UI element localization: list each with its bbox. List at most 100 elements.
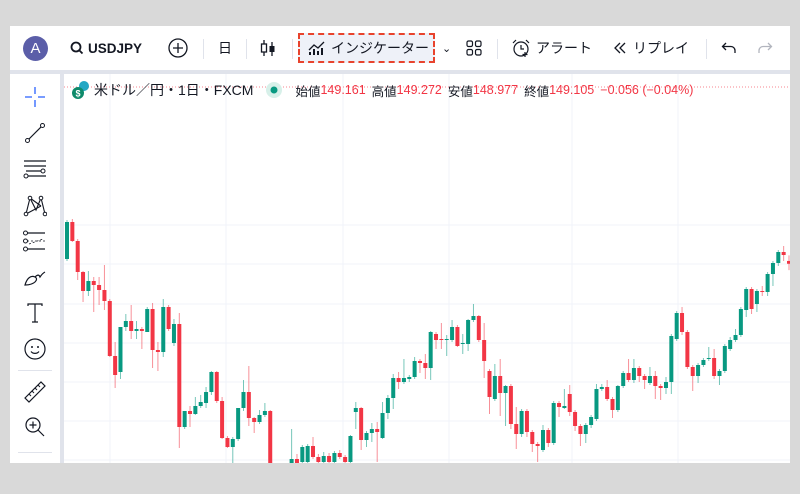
zoom-in-tool[interactable]	[22, 414, 48, 440]
candle-up	[621, 373, 626, 386]
candle-down	[626, 373, 631, 380]
candle-up	[466, 320, 471, 344]
candle-up	[738, 309, 743, 335]
svg-text:$: $	[75, 89, 80, 99]
candle-down	[246, 392, 251, 418]
candle-up	[321, 456, 326, 462]
candle-down	[294, 459, 299, 463]
candle-down	[605, 387, 610, 399]
alarm-clock-icon	[512, 39, 530, 57]
candle-up	[519, 411, 524, 434]
candle-up	[369, 429, 374, 433]
candle-up	[401, 378, 406, 382]
candle-up	[391, 378, 396, 398]
layout-button[interactable]	[466, 26, 482, 70]
indicators-button[interactable]: インジケーター	[298, 33, 435, 63]
candle-up	[728, 340, 733, 349]
drawing-toolbar	[10, 74, 60, 463]
top-toolbar: A USDJPY 日 インジケーター ⌄ アラート リプレイ	[10, 26, 790, 70]
candle-down	[653, 376, 658, 386]
candle-up	[198, 402, 203, 406]
candle-down	[311, 446, 316, 457]
undo-button[interactable]	[721, 26, 737, 70]
candle-up	[145, 309, 150, 332]
candle-up	[733, 335, 738, 340]
candle-down	[658, 386, 663, 388]
candle-up	[631, 368, 636, 380]
indicators-dropdown-chevron-icon[interactable]: ⌄	[442, 26, 451, 70]
candle-up	[118, 327, 123, 372]
interval-button[interactable]: 日	[218, 26, 232, 70]
compare-add-button[interactable]	[167, 26, 189, 70]
candle-down	[546, 430, 551, 443]
candlestick-chart[interactable]	[64, 74, 790, 463]
candle-up	[503, 386, 508, 393]
redo-button[interactable]	[757, 26, 773, 70]
pattern-tool[interactable]	[22, 192, 48, 218]
market-status-dot-icon[interactable]	[265, 81, 283, 99]
candle-down	[113, 356, 118, 375]
measure-tool[interactable]	[22, 379, 48, 405]
candle-up	[257, 415, 262, 422]
divider	[706, 39, 707, 59]
text-tool[interactable]	[22, 300, 48, 326]
candle-down	[268, 411, 273, 463]
avatar[interactable]: A	[23, 36, 48, 61]
candle-up	[696, 365, 701, 376]
plus-circle-icon	[168, 38, 188, 58]
candle-down	[787, 260, 790, 264]
candle-down	[535, 444, 540, 446]
candle-up	[669, 336, 674, 382]
candle-up	[412, 361, 417, 377]
replay-icon	[614, 42, 626, 54]
interval-label: 日	[218, 40, 232, 56]
candle-up	[717, 371, 722, 376]
candle-down	[637, 368, 642, 376]
candle-up	[776, 252, 781, 263]
candle-up	[706, 358, 711, 359]
candle-up	[444, 339, 449, 340]
candle-up	[583, 425, 588, 434]
candle-down	[417, 361, 422, 363]
candle-up	[348, 436, 353, 462]
candle-down	[81, 272, 86, 291]
brush-icon	[24, 271, 46, 286]
low-label: 安値	[447, 84, 473, 99]
candle-down	[359, 408, 364, 440]
trend-line-icon	[25, 123, 45, 143]
candle-down	[476, 316, 481, 340]
candle-up	[134, 329, 139, 331]
avatar-letter: A	[30, 40, 41, 57]
chart-type-button[interactable]	[260, 26, 276, 70]
candle-down	[375, 429, 380, 432]
candle-down	[107, 301, 112, 356]
divider	[18, 370, 52, 371]
chart-pane[interactable]: $ 米ドル／円・1日・FXCM 始値 149.161 高値 149.272 安値 14…	[64, 74, 790, 463]
fib-tool[interactable]	[22, 228, 48, 254]
pattern-icon	[23, 195, 47, 217]
candle-down	[188, 411, 193, 414]
candle-down	[685, 332, 690, 367]
brush-tool[interactable]	[22, 264, 48, 290]
candle-up	[209, 372, 214, 392]
candle-up	[471, 316, 476, 320]
replay-button[interactable]: リプレイ	[613, 26, 689, 70]
crosshair-tool[interactable]	[22, 84, 48, 110]
candle-down	[139, 329, 144, 331]
app-window: A USDJPY 日 インジケーター ⌄ アラート リプレイ $ 米ドル／円・1…	[10, 26, 790, 463]
currency-logo-icon: $	[72, 81, 89, 99]
horizontal-lines-tool[interactable]	[22, 156, 48, 182]
symbol-title[interactable]: 米ドル／円・1日・FXCM	[94, 80, 253, 100]
indicators-icon	[308, 41, 325, 55]
candle-up	[123, 321, 128, 327]
trend-line-tool[interactable]	[22, 120, 48, 146]
divider	[246, 39, 247, 59]
candle-up	[765, 274, 770, 292]
candle-down	[690, 367, 695, 376]
alert-button[interactable]: アラート	[511, 26, 592, 70]
candle-down	[557, 403, 562, 407]
symbol-search-button[interactable]: USDJPY	[70, 26, 142, 70]
candle-up	[754, 291, 759, 304]
emoji-tool[interactable]	[22, 336, 48, 362]
candle-up	[615, 386, 620, 410]
